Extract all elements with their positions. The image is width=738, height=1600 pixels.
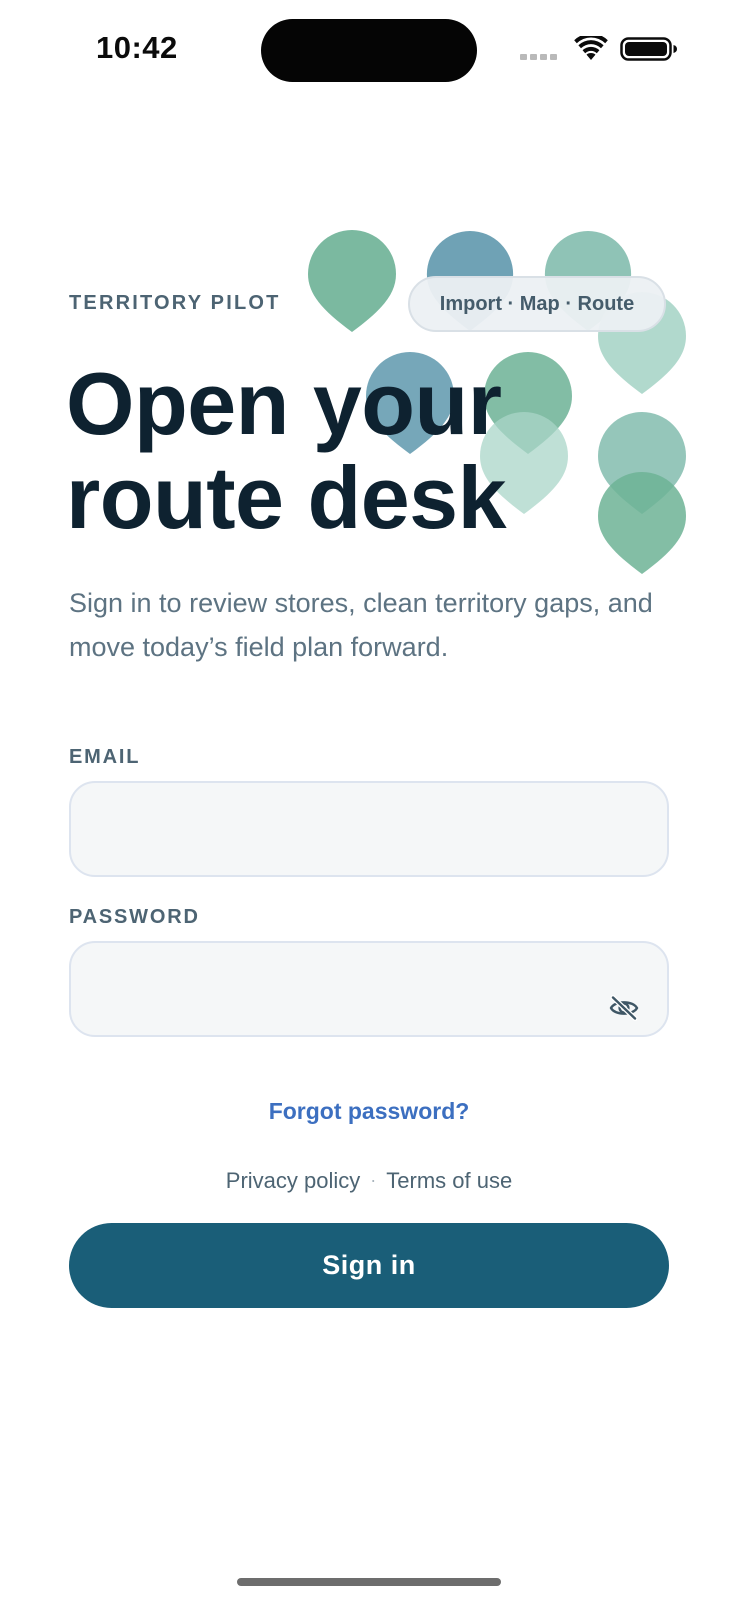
sign-in-button[interactable]: Sign in [69,1223,669,1308]
sign-in-screen: 10:42 TERRITORY PILOT Import · Map · Rou… [0,0,738,1600]
password-field[interactable] [69,941,669,1037]
title-line-1: Open your [66,354,502,453]
email-label: EMAIL [69,746,141,768]
forgot-password-link[interactable]: Forgot password? [0,1098,738,1125]
status-icons [520,34,680,64]
wifi-icon [574,36,608,60]
email-field[interactable] [69,781,669,877]
workflow-chip: Import · Map · Route [408,276,666,332]
page-title: Open your route desk [66,357,626,545]
title-line-2: route desk [66,448,507,547]
status-time: 10:42 [96,30,178,65]
cellular-signal-icon [520,54,558,60]
legal-links: Privacy policy · Terms of use [0,1168,738,1194]
privacy-policy-link[interactable]: Privacy policy [226,1168,360,1193]
eye-slash-icon [609,995,639,1021]
home-indicator [237,1578,501,1586]
page-subtitle: Sign in to review stores, clean territor… [69,588,653,662]
dynamic-island [261,19,477,82]
password-label: PASSWORD [69,906,200,928]
legal-separator: · [370,1170,377,1190]
map-pin-icon [308,230,396,332]
battery-icon [620,37,677,61]
brand-label: TERRITORY PILOT [69,292,281,314]
toggle-password-visibility-button[interactable] [606,993,642,1023]
terms-of-use-link[interactable]: Terms of use [386,1168,512,1193]
